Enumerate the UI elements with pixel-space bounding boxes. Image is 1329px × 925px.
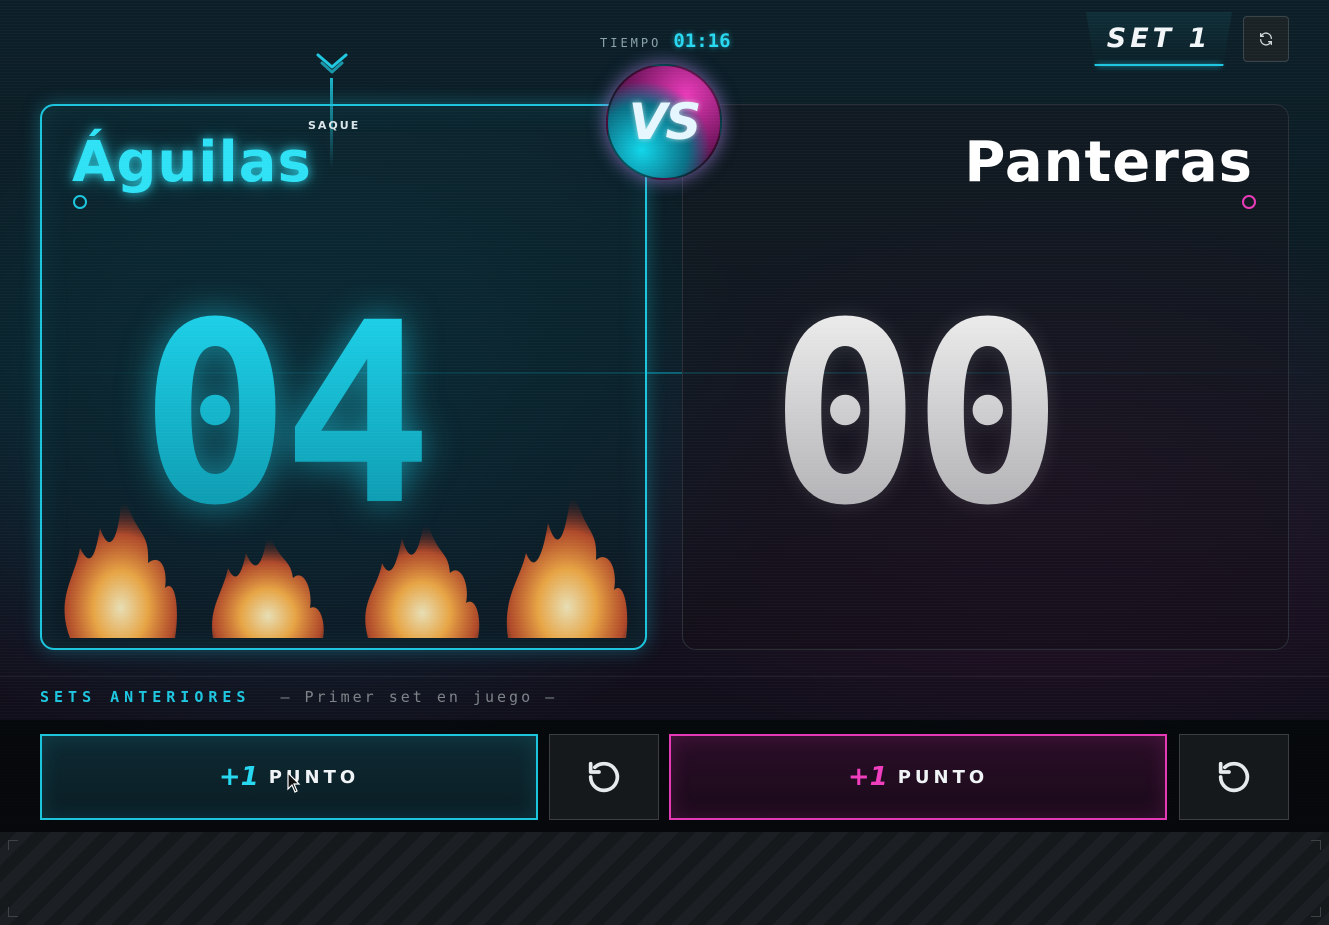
undo-icon bbox=[588, 761, 620, 793]
undo-icon bbox=[1218, 761, 1250, 793]
flame-icon bbox=[64, 488, 177, 638]
corner-mark bbox=[1311, 907, 1321, 917]
previous-sets-label: SETS ANTERIORES bbox=[40, 688, 251, 706]
flame-icon bbox=[365, 513, 480, 638]
corner-mark bbox=[1311, 840, 1321, 850]
serve-label: SAQUE bbox=[308, 119, 361, 132]
refresh-icon bbox=[1260, 32, 1272, 46]
flame-icon bbox=[506, 483, 628, 638]
fire-effect bbox=[50, 458, 636, 638]
bottom-panel bbox=[0, 832, 1329, 925]
corner-mark bbox=[8, 840, 18, 850]
previous-sets-empty: — Primer set en juego — bbox=[280, 688, 558, 706]
team-name-left: Águilas bbox=[72, 130, 312, 195]
set-badge: SET 1 bbox=[1086, 12, 1232, 66]
mouse-cursor-icon bbox=[287, 772, 301, 793]
flame-icon bbox=[211, 528, 324, 638]
timer-value: 01:16 bbox=[673, 30, 731, 52]
undo-right-button[interactable] bbox=[1179, 734, 1289, 820]
score-right: 00 bbox=[770, 269, 1063, 560]
divider bbox=[0, 676, 1329, 677]
vs-label: VS bbox=[628, 93, 702, 151]
set-badge-underline bbox=[1097, 64, 1221, 66]
team-name-right: Panteras bbox=[964, 130, 1253, 195]
previous-sets: SETS ANTERIORES — Primer set en juego — bbox=[40, 688, 557, 706]
point-label: PUNTO bbox=[897, 766, 989, 788]
chevron-down-icon bbox=[316, 53, 348, 74]
add-point-right-button[interactable]: +1 PUNTO bbox=[669, 734, 1167, 820]
point-label: PUNTO bbox=[268, 766, 360, 788]
timer-label: TIEMPO bbox=[600, 36, 662, 50]
reset-match-button[interactable] bbox=[1243, 16, 1289, 62]
team-indicator-left bbox=[73, 195, 87, 209]
corner-mark bbox=[8, 907, 18, 917]
plus-one-label: +1 bbox=[847, 762, 888, 792]
undo-left-button[interactable] bbox=[549, 734, 659, 820]
set-label: SET 1 bbox=[1106, 22, 1212, 54]
serve-indicator bbox=[308, 52, 358, 172]
vs-badge: VS bbox=[606, 64, 722, 180]
match-timer: TIEMPO 01:16 bbox=[600, 30, 731, 52]
plus-one-label: +1 bbox=[218, 762, 259, 792]
team-indicator-right bbox=[1242, 195, 1256, 209]
